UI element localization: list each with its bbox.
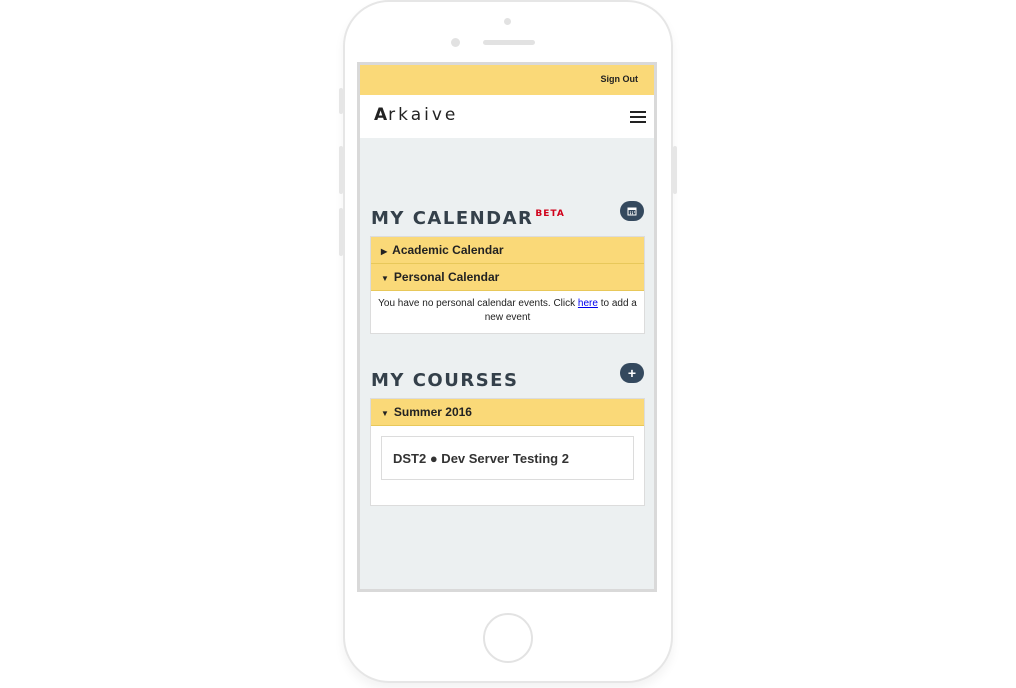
phone-volume-down <box>339 208 343 256</box>
caret-down-icon: ▼ <box>381 409 389 418</box>
personal-calendar-empty-message: You have no personal calendar events. Cl… <box>371 291 644 333</box>
app-screen: Sign Out Arkaive MY CALENDAR BETA ▶ Academ… <box>357 62 657 592</box>
caret-right-icon: ▶ <box>381 247 388 256</box>
term-toggle[interactable]: ▼ Summer 2016 <box>371 399 644 426</box>
logo-initial: A <box>374 105 389 125</box>
term-label: Summer 2016 <box>393 405 472 419</box>
phone-volume-up <box>339 146 343 194</box>
plus-icon: + <box>627 365 637 381</box>
calendar-title: MY CALENDAR <box>371 208 534 229</box>
personal-calendar-toggle[interactable]: ▼ Personal Calendar <box>371 264 644 291</box>
academic-calendar-label: Academic Calendar <box>392 243 504 257</box>
top-bar: Sign Out <box>360 65 654 95</box>
beta-badge: BETA <box>535 209 565 219</box>
my-calendar-heading: MY CALENDAR BETA <box>371 208 565 229</box>
phone-sensor <box>504 18 511 25</box>
navbar: Arkaive <box>360 95 654 138</box>
add-event-link[interactable]: here <box>578 298 598 309</box>
academic-calendar-toggle[interactable]: ▶ Academic Calendar <box>371 237 644 264</box>
phone-power-button <box>673 146 677 194</box>
courses-panel: ▼ Summer 2016 DST2 ● Dev Server Testing 2 <box>370 398 645 506</box>
phone-speaker <box>483 40 535 45</box>
calendar-icon <box>627 207 637 216</box>
arkaive-logo[interactable]: Arkaive <box>374 105 458 125</box>
logo-text: rkaive <box>388 105 459 125</box>
calendar-button[interactable] <box>620 201 644 221</box>
personal-calendar-label: Personal Calendar <box>393 270 500 284</box>
course-card[interactable]: DST2 ● Dev Server Testing 2 <box>381 436 634 480</box>
empty-message-prefix: You have no personal calendar events. Cl… <box>378 298 578 309</box>
sign-out-link[interactable]: Sign Out <box>601 74 639 84</box>
hamburger-menu-icon[interactable] <box>630 111 646 123</box>
my-courses-heading: MY COURSES <box>371 370 519 391</box>
calendar-panel: ▶ Academic Calendar ▼ Personal Calendar Yo… <box>370 236 645 334</box>
add-course-button[interactable]: + <box>620 363 644 383</box>
phone-home-button[interactable] <box>483 613 533 663</box>
caret-down-icon: ▼ <box>381 274 389 283</box>
phone-mute-switch <box>339 88 343 114</box>
phone-camera <box>451 38 460 47</box>
